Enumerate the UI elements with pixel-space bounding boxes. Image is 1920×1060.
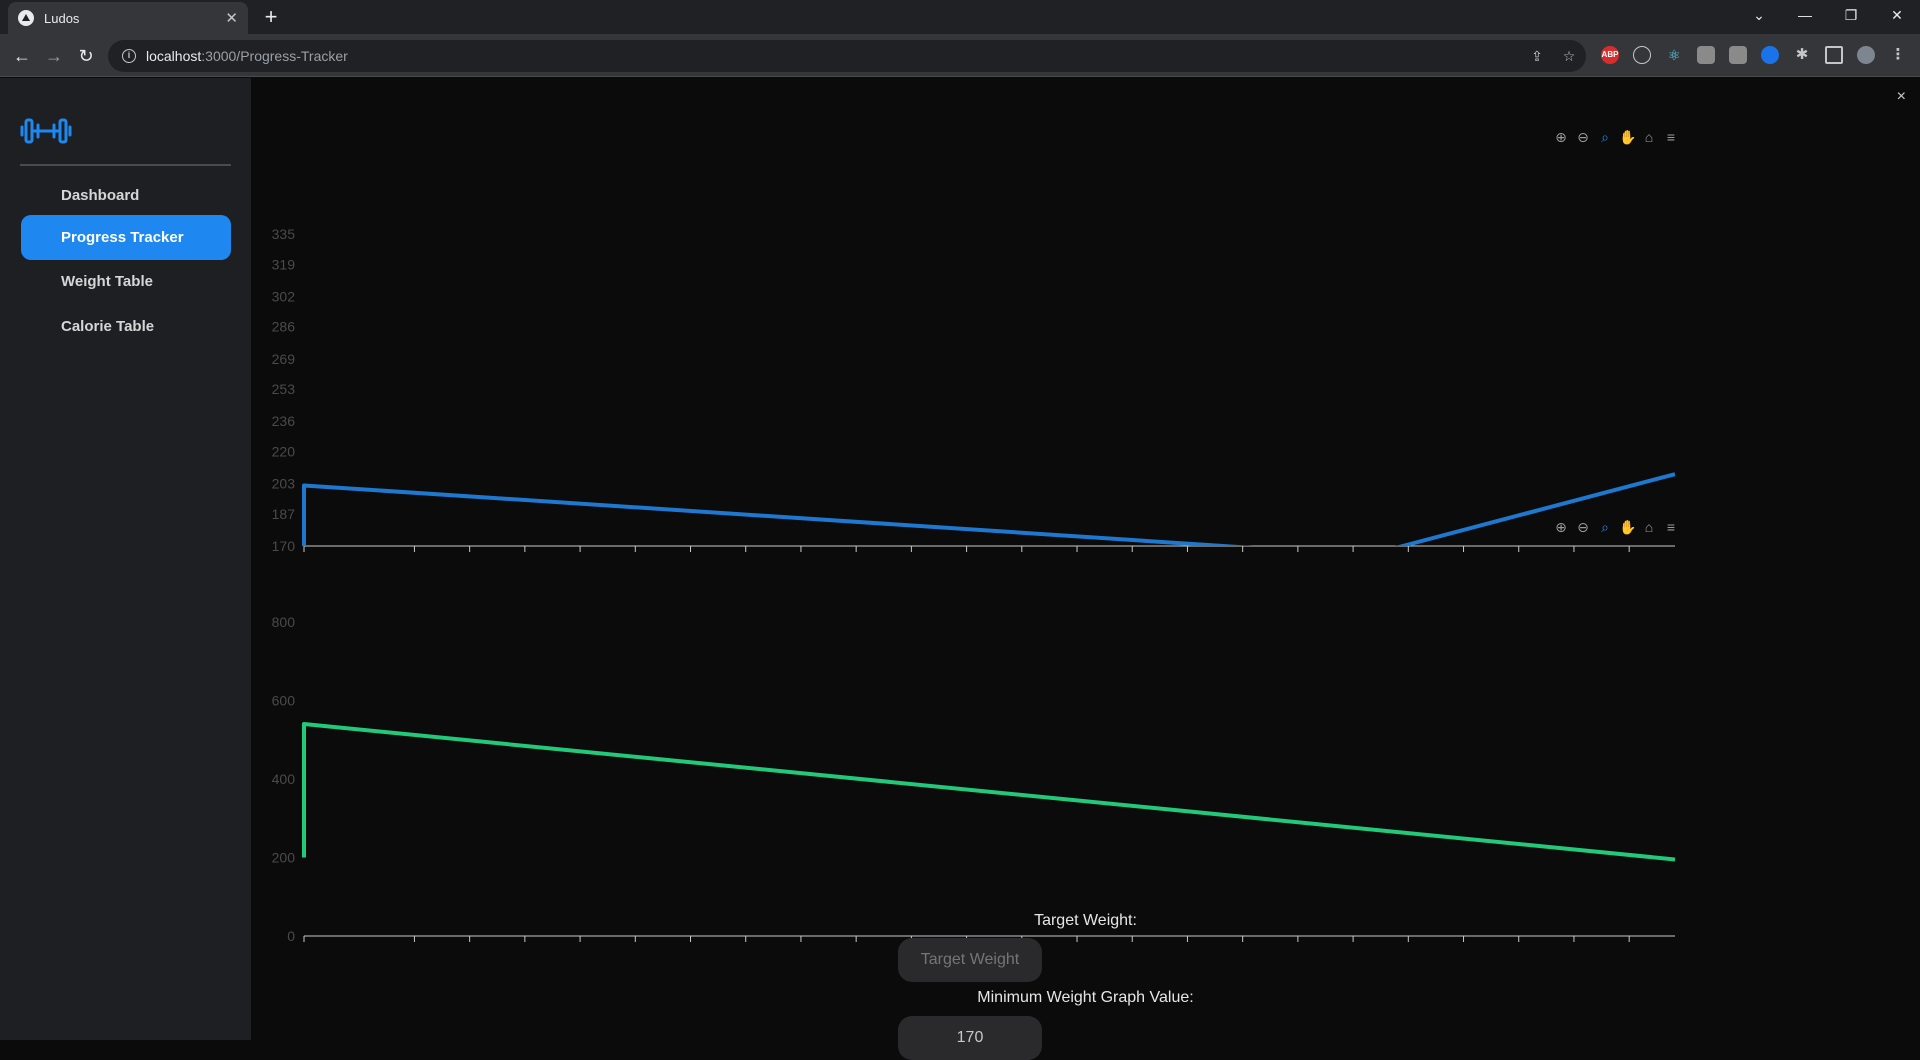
lightbulb-extension-icon[interactable] <box>1633 46 1651 64</box>
calorie-chart-x-tick-label: 14:00 <box>783 945 818 948</box>
extension-icon[interactable] <box>1761 46 1779 64</box>
calorie-chart-x-tick-label: 02:00 <box>1446 945 1481 948</box>
dumbbell-logo-icon[interactable] <box>20 116 72 146</box>
sidebar: Dashboard Progress Tracker Weight Table … <box>0 78 251 1040</box>
url-path: :3000/Progress-Tracker <box>201 48 348 64</box>
browser-tab-bar: Ludos ✕ + ⌄ — ❐ ✕ <box>0 0 1920 34</box>
min-weight-input[interactable] <box>898 1016 1042 1060</box>
browser-toolbar: ← → ↻ i localhost:3000/Progress-Tracker … <box>0 34 1920 77</box>
forward-icon[interactable]: → <box>40 42 68 70</box>
share-icon[interactable]: ⇪ <box>1530 49 1544 63</box>
calorie-chart-x-tick-label: 22:00 <box>1225 945 1260 948</box>
sidebar-item-progress-tracker[interactable]: Progress Tracker <box>21 215 231 260</box>
calorie-chart-x-tick-label: 10:00 <box>563 945 598 948</box>
calorie-chart-x-tick-label: 09:00 <box>507 945 542 948</box>
calorie-chart-x-tick-label: 01:00 <box>1391 945 1426 948</box>
weight-chart-y-tick-label: 187 <box>272 506 296 522</box>
tab-search-icon[interactable]: ⌄ <box>1736 0 1782 30</box>
weight-chart-y-tick-label: 203 <box>272 476 296 492</box>
target-weight-input[interactable] <box>898 938 1042 982</box>
sidebar-divider <box>20 164 231 166</box>
calorie-chart-x-tick-label: 05:00 <box>286 945 321 948</box>
calorie-chart-x-tick-label: 05:00 <box>1612 945 1647 948</box>
sidebar-item-calorie-table[interactable]: Calorie Table <box>21 304 231 349</box>
calorie-chart-y-tick-label: 400 <box>272 771 296 787</box>
weight-chart-y-tick-label: 236 <box>272 413 296 429</box>
main-content: × ⊕ ⊖ ⌕ ✋ ⌂ ≡ 170 187 203 220 236 253 269 286 30… <box>251 78 1920 1060</box>
calorie-chart-x-tick-label: 05 Nov <box>1330 945 1376 948</box>
target-weight-label: Target Weight: <box>1034 912 1137 929</box>
url-host: localhost <box>146 48 202 64</box>
calorie-chart-x-tick-label: 20:00 <box>1115 945 1150 948</box>
bookmark-star-icon[interactable]: ☆ <box>1562 49 1576 63</box>
browser-menu-icon[interactable]: ⋮ <box>1889 46 1907 64</box>
calorie-chart-x-tick-label: 13:00 <box>728 945 763 948</box>
profile-avatar[interactable] <box>1857 46 1875 64</box>
reload-icon[interactable]: ↻ <box>72 42 100 70</box>
weight-chart-y-tick-label: 302 <box>272 288 296 304</box>
react-devtools-icon[interactable]: ⚛ <box>1665 46 1683 64</box>
calorie-chart-x-tick-label: 19:00 <box>1059 945 1094 948</box>
app-favicon-icon <box>18 10 34 26</box>
extension-icon[interactable] <box>1697 46 1715 64</box>
calorie-chart-x-tick-label: 21:00 <box>1170 945 1205 948</box>
side-panel-icon[interactable] <box>1825 46 1843 64</box>
weight-chart[interactable]: 17018720322023625326928630231933505:0007… <box>251 138 1920 558</box>
sidebar-item-dashboard[interactable]: Dashboard <box>21 173 231 218</box>
adblock-extension-icon[interactable]: ABP <box>1601 46 1619 64</box>
calorie-chart-x-tick-label: 07:00 <box>397 945 432 948</box>
calorie-chart-y-tick-label: 600 <box>272 693 296 709</box>
extensions-puzzle-icon[interactable]: ✱ <box>1793 46 1811 64</box>
calorie-chart-x-tick-label: 03:00 <box>1501 945 1536 948</box>
weight-chart-y-tick-label: 220 <box>272 443 296 459</box>
sidebar-item-weight-table[interactable]: Weight Table <box>21 259 231 304</box>
browser-tab[interactable]: Ludos ✕ <box>8 2 248 34</box>
close-tab-icon[interactable]: ✕ <box>225 9 238 27</box>
weight-chart-y-tick-label: 269 <box>272 351 296 367</box>
calorie-chart-x-tick-label: 04:00 <box>1556 945 1591 948</box>
calorie-chart-y-tick-label: 200 <box>272 850 296 866</box>
weight-chart-y-tick-label: 286 <box>272 319 296 335</box>
calorie-chart-x-tick-label: 23:00 <box>1280 945 1315 948</box>
calorie-chart-x-tick-label: 11:00 <box>618 945 652 948</box>
calorie-chart-x-tick-label: 12:00 <box>673 945 708 948</box>
weight-chart-y-tick-label: 319 <box>272 256 296 272</box>
address-bar[interactable]: i localhost:3000/Progress-Tracker <box>108 40 1586 72</box>
new-tab-button[interactable]: + <box>258 4 284 30</box>
site-info-icon[interactable]: i <box>122 49 136 63</box>
weight-chart-y-tick-label: 335 <box>272 226 296 242</box>
calorie-chart-x-tick-label: 08:00 <box>452 945 487 948</box>
window-close-icon[interactable]: ✕ <box>1874 0 1920 30</box>
weight-chart-y-tick-label: 253 <box>272 381 296 397</box>
calorie-chart-series-line <box>302 722 1676 862</box>
restore-icon[interactable]: ❐ <box>1828 0 1874 30</box>
calorie-chart-y-tick-label: 0 <box>287 928 295 944</box>
calorie-chart[interactable]: 0 200 400 600 800 05:00 07:00 08:00 09:00 10:00 11… <box>251 528 1920 948</box>
tab-title: Ludos <box>44 10 80 26</box>
calorie-chart-x-tick-label: 15:00 <box>839 945 874 948</box>
extension-icon[interactable] <box>1729 46 1747 64</box>
calorie-chart-y-tick-label: 800 <box>272 614 296 630</box>
back-icon[interactable]: ← <box>8 42 36 70</box>
minimize-icon[interactable]: — <box>1782 0 1828 30</box>
close-icon[interactable]: × <box>1897 88 1906 106</box>
min-weight-label: Minimum Weight Graph Value: <box>977 989 1194 1006</box>
